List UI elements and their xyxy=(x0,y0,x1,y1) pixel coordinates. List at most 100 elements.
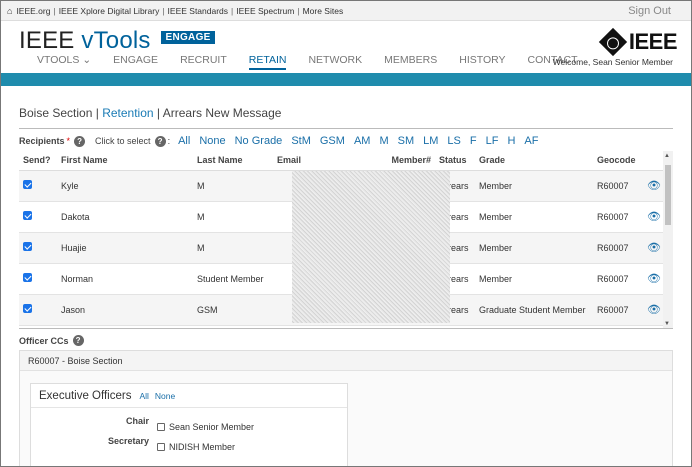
help-icon[interactable]: ? xyxy=(72,335,84,346)
link-standards[interactable]: IEEE Standards xyxy=(168,6,228,16)
filter-f[interactable]: F xyxy=(470,135,477,147)
scrollbar-thumb[interactable] xyxy=(665,165,671,225)
filter-ls[interactable]: LS xyxy=(447,135,460,147)
officer-checkbox[interactable] xyxy=(157,423,165,431)
link-ieee-org[interactable]: IEEE.org xyxy=(16,6,50,16)
link-spectrum[interactable]: IEEE Spectrum xyxy=(236,6,294,16)
officer-option[interactable]: Sean Senior Member xyxy=(157,422,254,432)
click-to-select-label: Click to select xyxy=(95,136,151,146)
help-icon[interactable]: ? xyxy=(154,135,166,147)
last-name-cell: M xyxy=(193,170,273,202)
scroll-up-icon[interactable]: ▲ xyxy=(664,153,670,159)
link-xplore[interactable]: IEEE Xplore Digital Library xyxy=(59,6,160,16)
col-send: Send? xyxy=(19,151,57,171)
section-panel: R60007 - Boise Section Executive Officer… xyxy=(19,350,673,466)
header-accent-bar xyxy=(1,73,691,86)
officer-row-chair: Chair Sean Senior Member xyxy=(31,416,347,432)
send-checkbox[interactable] xyxy=(23,242,32,251)
table-header-row: Send? First Name Last Name Email Member#… xyxy=(19,151,673,171)
col-last-name: Last Name xyxy=(193,151,273,171)
last-name-cell: Student Member xyxy=(193,263,273,295)
filter-af[interactable]: AF xyxy=(524,135,538,147)
required-marker: * xyxy=(66,136,71,146)
col-geocode: Geocode xyxy=(593,151,643,171)
top-utility-bar: ⌂ IEEE.org | IEEE Xplore Digital Library | I… xyxy=(1,1,691,21)
site-header: IEEE vTools ENGAGE IEEE VTOOLS ⌄ ENGAGE … xyxy=(1,21,691,73)
view-eye-icon[interactable]: 👁 xyxy=(647,180,661,192)
role-label: Secretary xyxy=(107,436,149,446)
main-content: Boise Section | Retention | Arrears New … xyxy=(1,106,691,466)
executive-officers-title: Executive Officers xyxy=(39,389,132,402)
sign-out-link[interactable]: Sign Out xyxy=(628,5,671,17)
site-links: IEEE.org | IEEE Xplore Digital Library | IEE… xyxy=(16,5,344,16)
first-name-cell: Kyle xyxy=(57,170,193,202)
ieee-logo[interactable]: IEEE xyxy=(598,27,678,57)
vtools-brand[interactable]: IEEE vTools ENGAGE xyxy=(19,27,215,55)
geocode-cell: R60007 xyxy=(593,232,643,264)
first-name-cell: Jason xyxy=(57,294,193,326)
geocode-cell: R60007 xyxy=(593,294,643,326)
ieee-logo-text: IEEE xyxy=(628,29,678,54)
recipients-table-container[interactable]: Send? First Name Last Name Email Member#… xyxy=(19,151,673,329)
officer-option[interactable]: NIDISH Member xyxy=(157,442,235,452)
view-eye-icon[interactable]: 👁 xyxy=(647,242,661,254)
ieee-diamond-icon xyxy=(598,27,628,57)
grade-cell: Member xyxy=(475,232,593,264)
nav-engage[interactable]: ENGAGE xyxy=(113,54,158,70)
link-more-sites[interactable]: More Sites xyxy=(303,6,344,16)
select-no-officers[interactable]: None xyxy=(155,391,175,401)
view-eye-icon[interactable]: 👁 xyxy=(647,273,661,285)
grade-cell: Member xyxy=(475,170,593,202)
last-name-cell: GSM xyxy=(193,294,273,326)
nav-members[interactable]: MEMBERS xyxy=(384,54,437,70)
send-checkbox[interactable] xyxy=(23,211,32,220)
breadcrumb-sep: | xyxy=(95,106,99,120)
help-icon[interactable]: ? xyxy=(74,135,86,147)
officer-checkbox[interactable] xyxy=(157,443,165,451)
brand-ieee: IEEE xyxy=(19,27,75,54)
recipients-bar: Recipients * ? Click to select ?: All No… xyxy=(19,135,673,147)
filter-lm[interactable]: LM xyxy=(423,135,438,147)
nav-network[interactable]: NETWORK xyxy=(308,54,362,70)
brand-vtools: vTools xyxy=(81,27,151,54)
nav-history[interactable]: HISTORY xyxy=(459,54,505,70)
filter-am[interactable]: AM xyxy=(354,135,371,147)
executive-officers-header: Executive Officers All None xyxy=(31,384,347,408)
home-icon[interactable]: ⌂ xyxy=(7,6,12,16)
view-eye-icon[interactable]: 👁 xyxy=(647,304,661,316)
breadcrumb-retention[interactable]: Retention xyxy=(102,106,153,120)
scroll-down-icon[interactable]: ▼ xyxy=(664,321,670,327)
send-checkbox[interactable] xyxy=(23,273,32,282)
filter-all[interactable]: All xyxy=(178,135,190,147)
view-eye-icon[interactable]: 👁 xyxy=(647,211,661,223)
send-checkbox[interactable] xyxy=(23,304,32,313)
role-label: Chair xyxy=(125,416,149,426)
officer-name: NIDISH Member xyxy=(169,442,236,452)
table-scrollbar[interactable]: ▲ ▼ xyxy=(663,151,673,328)
col-status: Status xyxy=(435,151,475,171)
geocode-cell: R60007 xyxy=(593,201,643,233)
grade-cell: Member xyxy=(475,263,593,295)
nav-recruit[interactable]: RECRUIT xyxy=(180,54,227,70)
breadcrumb: Boise Section | Retention | Arrears New … xyxy=(19,106,673,120)
filter-h[interactable]: H xyxy=(507,135,515,147)
breadcrumb-sep: | xyxy=(156,106,161,120)
nav-retain[interactable]: RETAIN xyxy=(248,54,287,70)
section-label: R60007 - Boise Section xyxy=(20,351,672,371)
col-grade: Grade xyxy=(475,151,593,171)
filter-stm[interactable]: StM xyxy=(291,135,311,147)
nav-vtools[interactable]: VTOOLS ⌄ xyxy=(37,54,91,70)
filter-m[interactable]: M xyxy=(379,135,388,147)
grade-cell: Member xyxy=(475,201,593,233)
page-frame: ⌂ IEEE.org | IEEE Xplore Digital Library | I… xyxy=(0,0,692,467)
filter-none[interactable]: None xyxy=(199,135,225,147)
send-checkbox[interactable] xyxy=(23,180,32,189)
filter-sm[interactable]: SM xyxy=(398,135,415,147)
grade-filters: All None No Grade StM GSM AM M SM LM LS … xyxy=(178,135,547,147)
filter-gsm[interactable]: GSM xyxy=(320,135,345,147)
select-all-officers[interactable]: All xyxy=(139,391,148,401)
filter-no-grade[interactable]: No Grade xyxy=(235,135,283,147)
filter-lf[interactable]: LF xyxy=(486,135,499,147)
col-first-name: First Name xyxy=(57,151,193,171)
main-nav: VTOOLS ⌄ ENGAGE RECRUIT RETAIN NETWORK M… xyxy=(37,54,600,70)
